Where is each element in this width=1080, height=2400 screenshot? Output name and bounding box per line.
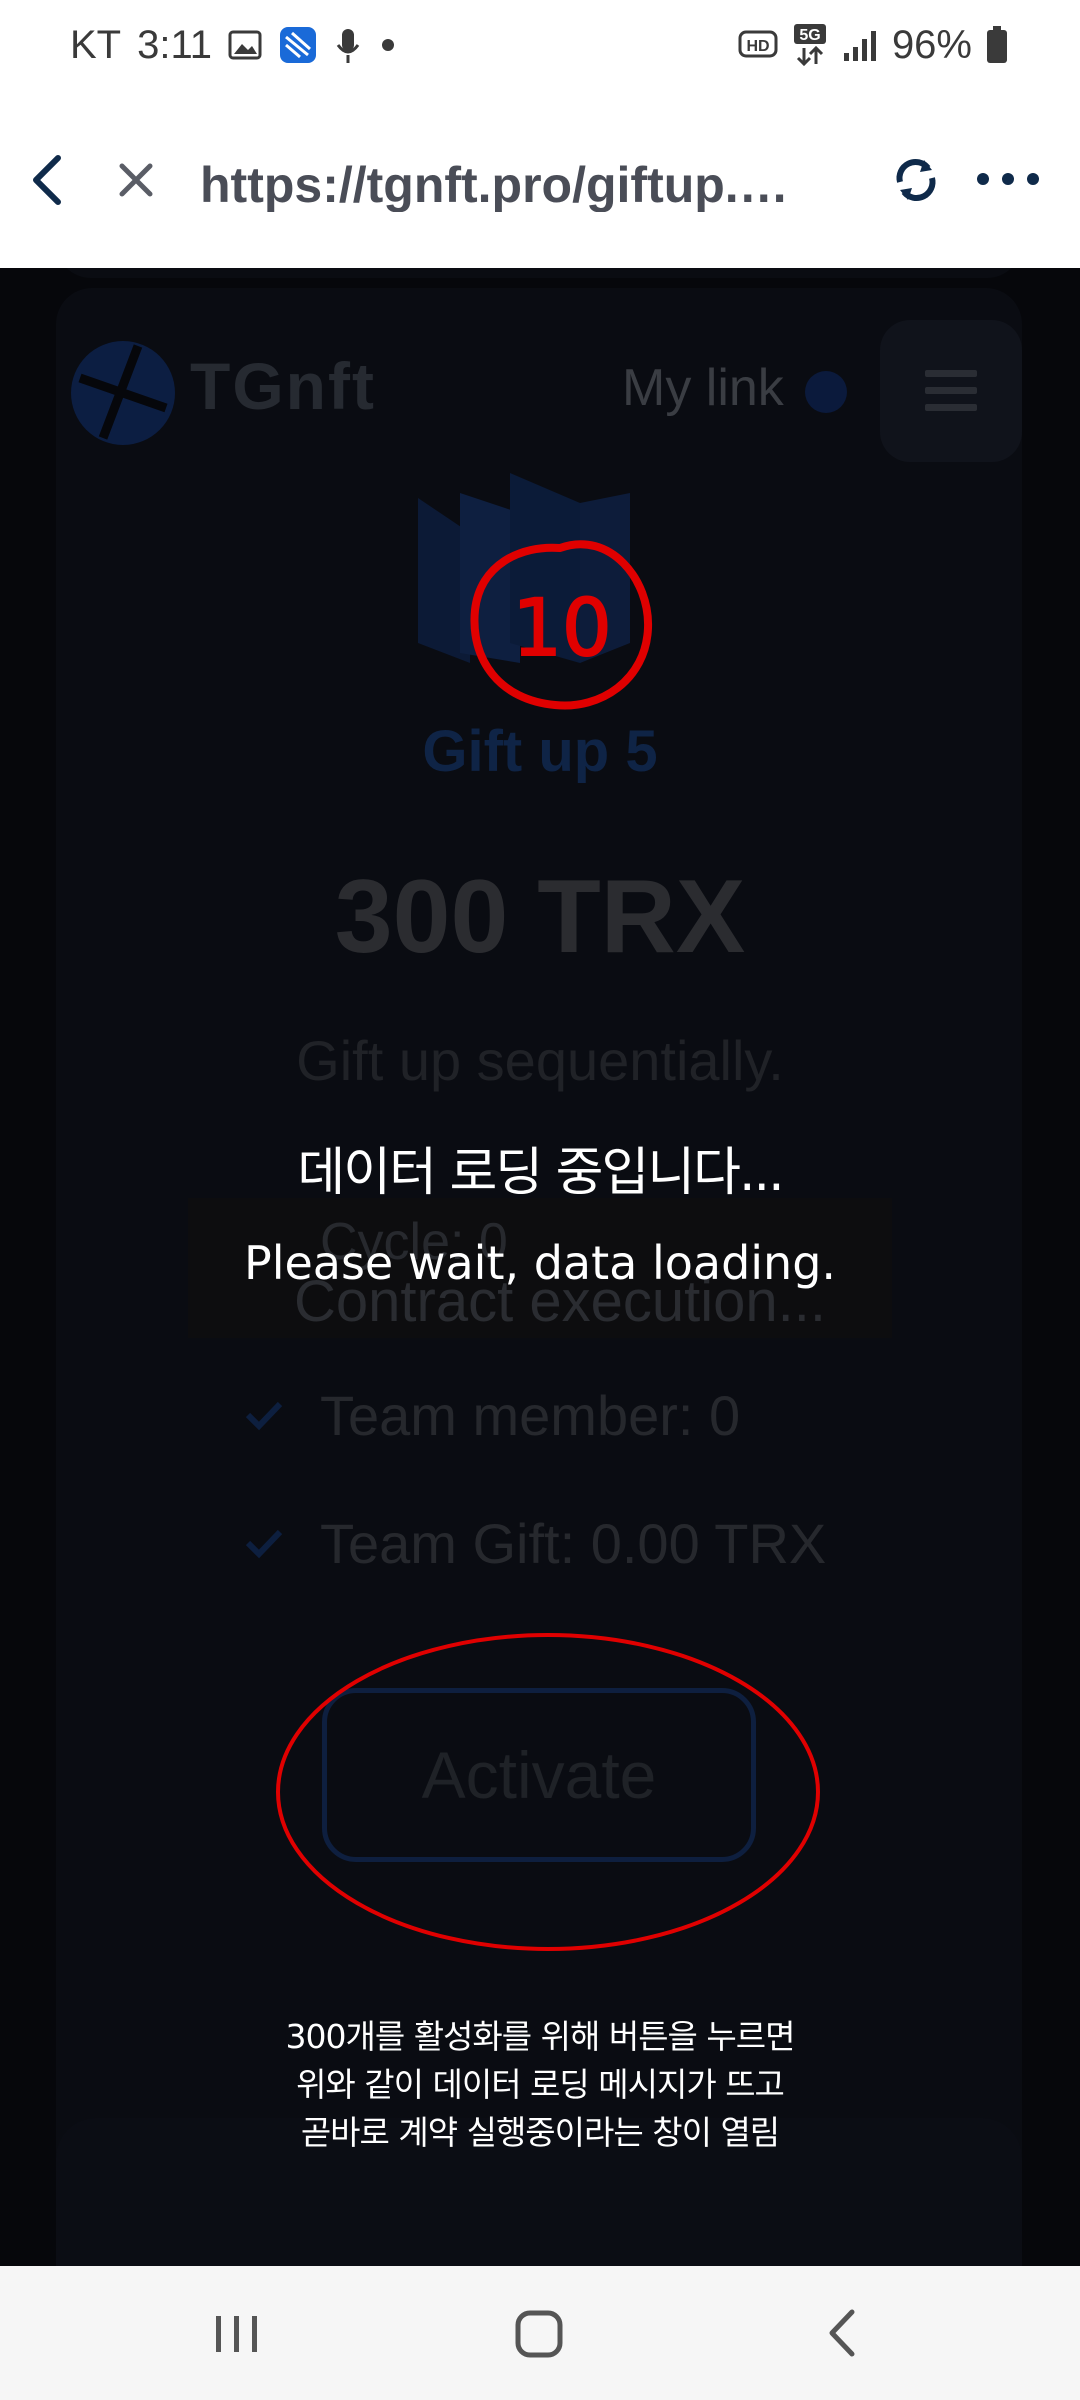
my-link-status-dot	[805, 371, 847, 413]
network-label: 5G	[799, 27, 820, 44]
gift-title: Gift up 5	[422, 719, 658, 784]
previous-card	[56, 268, 1022, 278]
tgnft-logo-text: TGnft	[190, 349, 376, 423]
hd-icon: HD	[738, 30, 778, 60]
back-icon[interactable]	[24, 150, 72, 210]
next-card	[56, 2118, 1022, 2266]
my-link[interactable]: My link	[622, 358, 784, 428]
refresh-icon[interactable]	[888, 152, 944, 208]
5g-icon: 5G	[792, 22, 828, 68]
url-field[interactable]: https://tgnft.pro/giftup.…	[200, 156, 800, 212]
signal-icon	[842, 27, 878, 63]
check-icon	[244, 1399, 284, 1431]
cycle-count: Cycle: 0	[320, 1213, 508, 1271]
close-icon[interactable]	[112, 152, 160, 208]
feature-label: Team member: 0	[320, 1383, 741, 1447]
dot-icon	[378, 35, 398, 55]
recent-apps-icon[interactable]	[212, 2302, 262, 2364]
browser-toolbar: https://tgnft.pro/giftup.…	[0, 90, 1080, 268]
app-icon	[278, 25, 318, 65]
subtitle: Gift up sequentially.	[296, 1029, 784, 1092]
status-right: HD 5G 96%	[738, 18, 1008, 72]
status-left: KT 3:11	[70, 18, 398, 72]
home-icon[interactable]	[512, 2302, 568, 2364]
web-page: TGnft My link Gift up 5 300 TRX Gift up …	[0, 268, 1080, 2266]
activate-button[interactable]: Activate	[322, 1688, 756, 1862]
back-nav-icon[interactable]	[820, 2302, 864, 2364]
feature-label: Team Gift: 0.00 TRX	[320, 1511, 827, 1575]
contract-status: Contract execution...	[294, 1269, 826, 1334]
battery-icon	[986, 26, 1008, 64]
clock: 3:11	[137, 22, 213, 67]
check-icon	[244, 1527, 284, 1559]
hamburger-icon	[925, 368, 977, 414]
menu-button[interactable]	[880, 320, 1022, 462]
battery-percent: 96%	[891, 22, 972, 67]
feature-team-gift: Team Gift: 0.00 TRX	[244, 1508, 826, 1578]
feature-team-member: Team member: 0	[244, 1380, 740, 1450]
image-icon	[228, 28, 262, 62]
status-bar: KT 3:11 HD 5G 96%	[0, 0, 1080, 90]
hd-badge-text: HD	[746, 38, 769, 55]
navigation-bar	[0, 2266, 1080, 2400]
carrier-label: KT	[70, 22, 122, 67]
more-icon[interactable]	[975, 168, 1041, 190]
screen: KT 3:11 HD 5G 96% https://tgnft.pro/gift…	[0, 0, 1080, 2400]
mic-icon	[334, 25, 362, 65]
gift-up-banner-icon	[410, 463, 660, 673]
price: 300 TRX	[334, 859, 746, 975]
tgnft-logo-icon	[68, 338, 178, 448]
